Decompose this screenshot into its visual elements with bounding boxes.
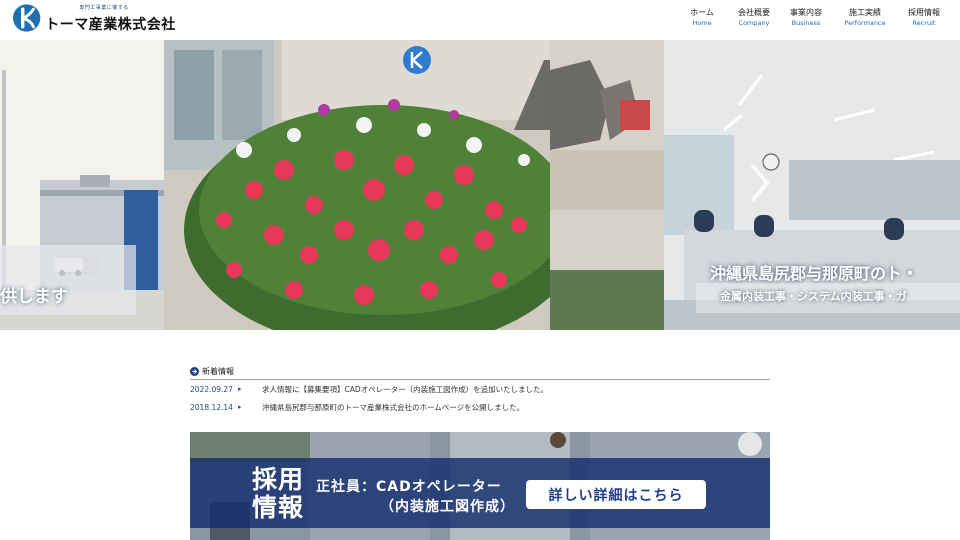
site-header: 専門工事業に徹する トーマ産業株式会社 ホーム Home 会社概要 Compan… [0,0,960,36]
arrow-circle-right-icon [190,367,199,376]
news-text[interactable]: 沖縄県島尻郡与那原町のトーマ産業株式会社のホームページを公開しました。 [262,402,524,413]
azalea-illustration [164,40,550,330]
caret-right-icon: ▸ [238,403,242,411]
nav-home-sublabel: Home [692,19,712,27]
news-item[interactable]: 2022.09.27 ▸ 求人情報に【募集要項】CADオペレーター（内装施工図作… [190,380,770,398]
nav-performance-sublabel: Performance [844,19,886,27]
entrance-illustration [550,40,664,330]
recruit-detail: （内装施工図作成） [380,499,515,515]
recruit-banner[interactable]: 採用情報 正社員：CADオペレーター （内装施工図作成） 詳しい詳細はこちら [190,432,770,540]
recruit-role: 正社員：CADオペレーター [316,479,502,495]
hero-slide-entrance [550,40,664,330]
recruit-heading: 採用情報 [252,465,305,522]
nav-performance-label: 施工実績 [849,8,881,17]
nav-recruit[interactable]: 採用情報 Recruit [900,8,948,30]
company-logo-icon [12,4,41,32]
brand-tagline: 専門工事業に徹する [79,5,129,11]
news-header: 新着情報 [190,366,770,380]
nav-business-sublabel: Business [791,19,821,27]
nav-performance[interactable]: 施工実績 Performance [834,8,896,30]
nav-company-label: 会社概要 [738,8,770,17]
logo[interactable]: 専門工事業に徹する トーマ産業株式会社 [12,3,182,33]
nav-company[interactable]: 会社概要 Company [730,8,778,30]
news-text[interactable]: 求人情報に【募集要項】CADオペレーター（内装施工図作成）を追加いたしました。 [262,384,548,395]
news-section: 新着情報 2022.09.27 ▸ 求人情報に【募集要項】CADオペレーター（内… [190,366,770,416]
nav-business-label: 事業内容 [790,8,822,17]
recruit-details-button-label: 詳しい詳細はこちら [548,487,684,504]
chevron-right-icon[interactable] [745,158,775,208]
hero-slide-flowers [164,40,550,330]
news-date: 2022.09.27 [190,384,233,394]
news-item[interactable]: 2018.12.14 ▸ 沖縄県島尻郡与那原町のトーマ産業株式会社のホームページ… [190,398,770,416]
nav-home-label: ホーム [690,8,714,17]
nav-recruit-sublabel: Recruit [912,19,936,27]
hero-left-caption: 供します [0,287,68,307]
nav-business[interactable]: 事業内容 Business [782,8,830,30]
nav-company-sublabel: Company [738,19,770,27]
nav-recruit-label: 採用情報 [908,8,940,17]
hero-right-subtitle: 金属内装工事・システム内装工事・ガ [720,290,907,303]
news-title: 新着情報 [202,367,234,376]
brand-name: トーマ産業株式会社 [45,17,176,33]
hero-slider[interactable]: 供します 沖縄県島尻郡与那原町のト・ 金属内装工事・システム内装工事・ガ [0,40,960,330]
hero-right-title: 沖縄県島尻郡与那原町のト・ [710,264,919,283]
caret-right-icon: ▸ [238,385,242,393]
logo-text: 専門工事業に徹する トーマ産業株式会社 [45,3,182,33]
news-date: 2018.12.14 [190,402,233,412]
nav-home[interactable]: ホーム Home [678,8,726,30]
main-nav: ホーム Home 会社概要 Company 事業内容 Business 施工実績… [674,8,948,30]
recruit-details-button[interactable]: 詳しい詳細はこちら [526,480,706,509]
